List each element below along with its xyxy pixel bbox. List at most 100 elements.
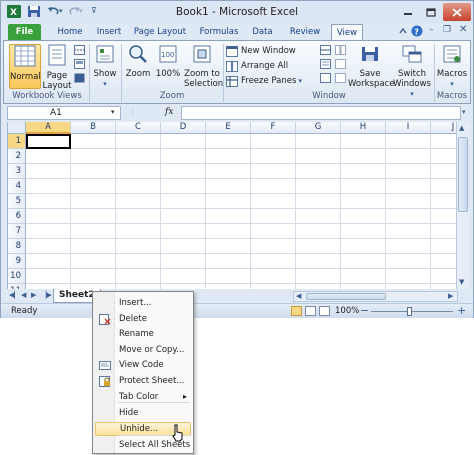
scroll-right-icon[interactable]: ▶: [448, 292, 453, 300]
grid-cell[interactable]: [206, 224, 251, 239]
grid-cell[interactable]: [26, 194, 71, 209]
grid-cell[interactable]: [161, 254, 206, 269]
column-header-f[interactable]: F: [251, 122, 296, 134]
grid-cell[interactable]: [341, 254, 386, 269]
prev-sheet-icon[interactable]: ◀: [21, 291, 26, 299]
zoom-slider-thumb[interactable]: [407, 307, 412, 316]
grid-cell[interactable]: [341, 149, 386, 164]
tab-formulas[interactable]: Formulas: [194, 24, 244, 41]
scroll-left-icon[interactable]: ◀: [296, 292, 301, 300]
page-break-status-icon[interactable]: [319, 306, 330, 316]
close-button[interactable]: [443, 3, 471, 21]
formula-input[interactable]: [181, 106, 461, 120]
row-header-6[interactable]: 6: [8, 209, 26, 224]
scroll-up-icon[interactable]: ▲: [459, 124, 464, 132]
grid-cell[interactable]: [206, 149, 251, 164]
grid-cell[interactable]: [341, 179, 386, 194]
workbook-minimize-icon[interactable]: –: [429, 25, 434, 35]
grid-cell[interactable]: [116, 254, 161, 269]
row-header-2[interactable]: 2: [8, 149, 26, 164]
freeze-panes-button[interactable]: Freeze Panes ▾: [226, 74, 302, 88]
grid-cell[interactable]: [296, 134, 341, 149]
normal-view-button[interactable]: Normal: [9, 44, 41, 89]
grid-cell[interactable]: [251, 134, 296, 149]
grid-cell[interactable]: [251, 209, 296, 224]
grid-cell[interactable]: [386, 224, 431, 239]
tab-review[interactable]: Review: [284, 24, 326, 41]
grid-cell[interactable]: [386, 254, 431, 269]
row-header-7[interactable]: 7: [8, 224, 26, 239]
grid-cell[interactable]: [296, 224, 341, 239]
grid-cell[interactable]: [251, 254, 296, 269]
grid-cell[interactable]: [251, 164, 296, 179]
menu-item-hide[interactable]: Hide: [95, 406, 191, 420]
grid-cell[interactable]: [206, 254, 251, 269]
grid-cell[interactable]: [71, 209, 116, 224]
grid-cell[interactable]: [161, 179, 206, 194]
grid-cell[interactable]: [296, 239, 341, 254]
insert-function-button[interactable]: fx: [165, 107, 173, 117]
row-header-5[interactable]: 5: [8, 194, 26, 209]
grid-cell[interactable]: [251, 179, 296, 194]
grid-cell[interactable]: [341, 239, 386, 254]
page-break-preview-icon[interactable]: [74, 45, 85, 55]
grid-cell[interactable]: [296, 194, 341, 209]
name-box-dropdown-icon[interactable]: ▾: [111, 108, 115, 116]
grid-cell[interactable]: [386, 239, 431, 254]
grid-cell[interactable]: [26, 209, 71, 224]
grid-cell[interactable]: [26, 254, 71, 269]
page-layout-view-button[interactable]: Page Layout: [42, 44, 72, 91]
grid-cell[interactable]: [71, 269, 116, 284]
grid-cell[interactable]: [341, 224, 386, 239]
vertical-scrollbar[interactable]: ▲ ▼: [456, 122, 469, 289]
scroll-down-icon[interactable]: ▼: [459, 278, 464, 286]
zoom-100-button[interactable]: 100 100%: [154, 44, 182, 79]
grid-cell[interactable]: [26, 269, 71, 284]
grid-cell[interactable]: [71, 164, 116, 179]
grid-cell[interactable]: [161, 224, 206, 239]
grid-cell[interactable]: [386, 194, 431, 209]
grid-cell[interactable]: [386, 269, 431, 284]
grid-cell[interactable]: [161, 239, 206, 254]
grid-cell[interactable]: [116, 269, 161, 284]
grid-cell[interactable]: [296, 179, 341, 194]
worksheet-grid[interactable]: ABCDEFGHIJ1234567891011: [7, 122, 464, 289]
minimize-button[interactable]: [397, 3, 419, 21]
grid-cell[interactable]: [386, 134, 431, 149]
workbook-close-icon[interactable]: ✕: [459, 24, 467, 35]
arrange-all-button[interactable]: Arrange All: [226, 59, 288, 73]
grid-cell[interactable]: [341, 209, 386, 224]
select-all-corner[interactable]: [8, 122, 26, 134]
grid-cell[interactable]: [161, 149, 206, 164]
grid-cell[interactable]: [341, 269, 386, 284]
split-icon[interactable]: [320, 45, 331, 55]
tab-page-layout[interactable]: Page Layout: [131, 24, 189, 41]
grid-cell[interactable]: [251, 149, 296, 164]
grid-cell[interactable]: [116, 209, 161, 224]
hide-window-icon[interactable]: [320, 59, 331, 69]
grid-cell[interactable]: [71, 179, 116, 194]
tab-view[interactable]: View: [331, 24, 363, 41]
zoom-level[interactable]: 100%: [335, 306, 359, 316]
menu-item-delete[interactable]: Delete: [95, 312, 191, 326]
menu-item-move-or-copy[interactable]: Move or Copy...: [95, 343, 191, 357]
tab-home[interactable]: Home: [51, 24, 89, 41]
grid-cell[interactable]: [26, 149, 71, 164]
show-button[interactable]: Show ▾: [92, 44, 118, 89]
grid-cell[interactable]: [341, 164, 386, 179]
grid-cell[interactable]: [71, 224, 116, 239]
grid-cell[interactable]: [71, 149, 116, 164]
first-sheet-icon[interactable]: ◀▏: [9, 291, 20, 299]
menu-item-rename[interactable]: Rename: [95, 327, 191, 341]
grid-cell[interactable]: [71, 239, 116, 254]
save-workspace-button[interactable]: Save Workspace: [348, 44, 394, 89]
grid-cell[interactable]: [26, 164, 71, 179]
grid-cell[interactable]: [341, 134, 386, 149]
column-header-c[interactable]: C: [116, 122, 161, 134]
horizontal-scrollbar[interactable]: ◀ ▶: [293, 291, 458, 302]
grid-cell[interactable]: [206, 179, 251, 194]
full-screen-icon[interactable]: [74, 73, 85, 83]
new-window-button[interactable]: New Window: [226, 44, 296, 58]
column-header-b[interactable]: B: [71, 122, 116, 134]
custom-views-icon[interactable]: [74, 59, 85, 69]
